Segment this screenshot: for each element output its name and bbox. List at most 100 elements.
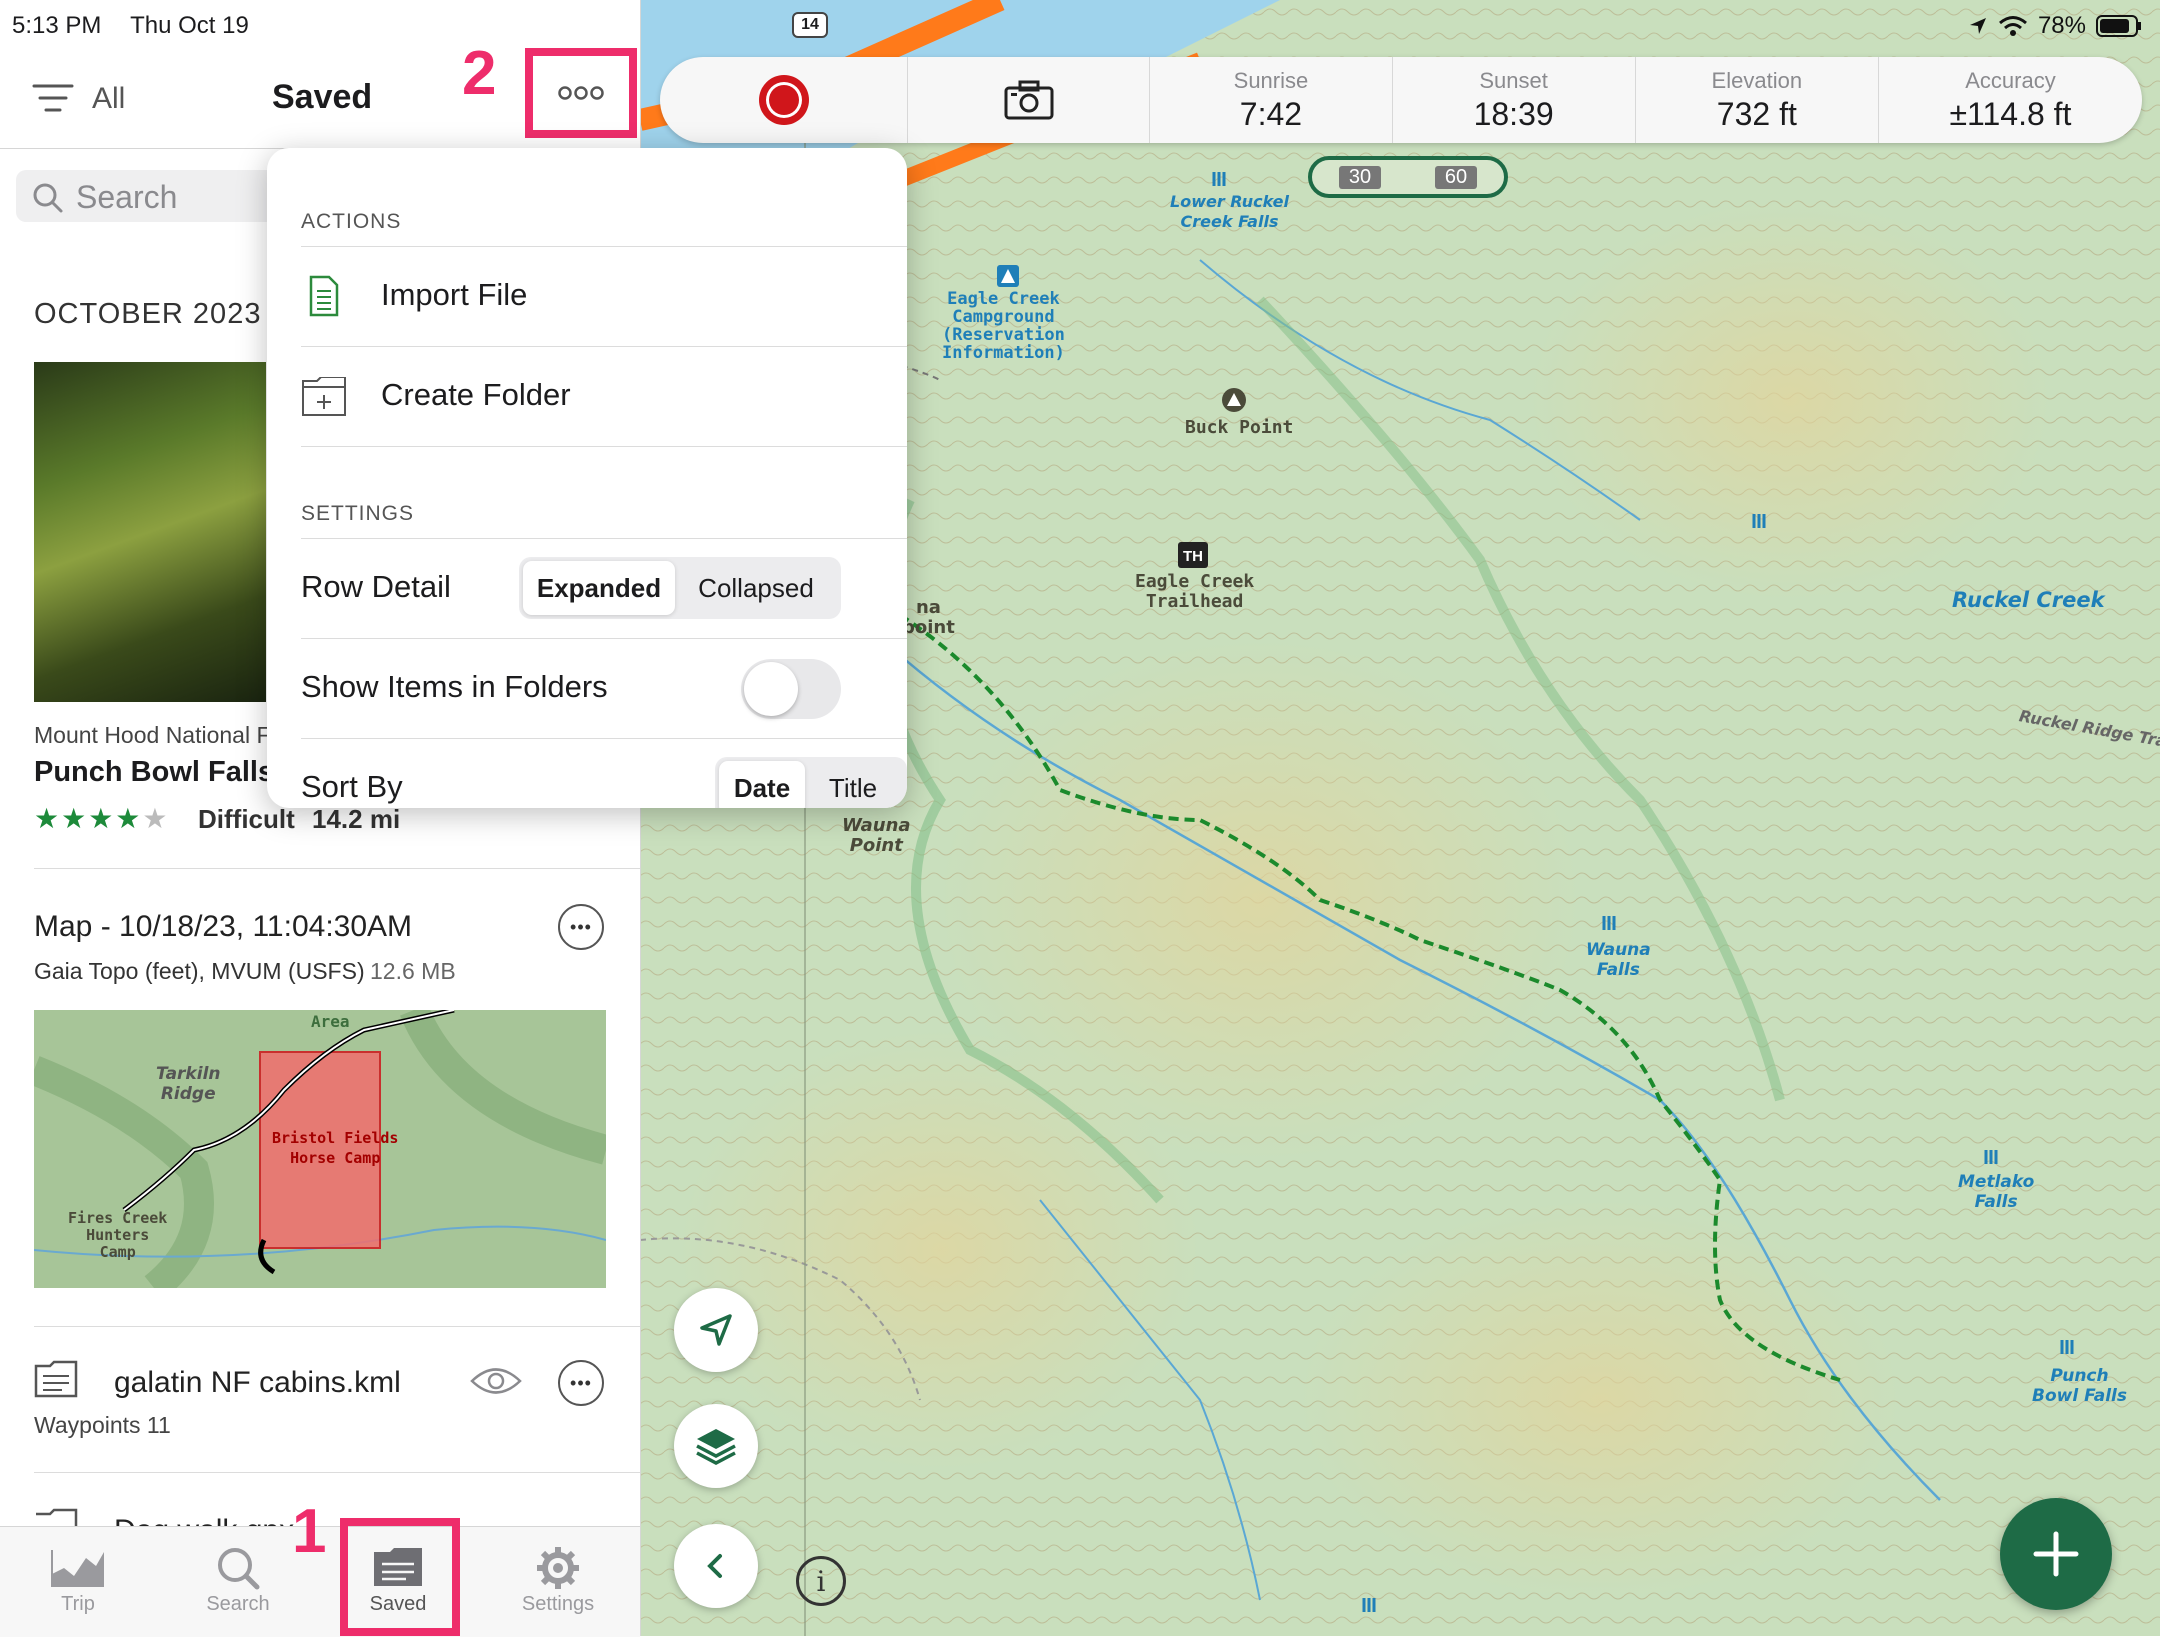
more-dots-icon: [558, 86, 604, 100]
thumb-label-area: Area: [311, 1012, 350, 1031]
divider: [34, 1326, 640, 1327]
row-detail-collapsed-option[interactable]: Collapsed: [675, 561, 837, 615]
location-arrow-icon: [1969, 18, 1986, 34]
map-download-title[interactable]: Map - 10/18/23, 11:04:30AM: [34, 910, 412, 944]
search-placeholder: Search: [76, 179, 178, 215]
map-size-label: 12.6 MB: [370, 958, 456, 984]
camera-button[interactable]: [907, 57, 1149, 143]
item-more-button[interactable]: •••: [558, 904, 604, 950]
show-items-toggle[interactable]: [741, 659, 841, 719]
waterfall-icon[interactable]: [2060, 1338, 2076, 1356]
status-date: Thu Oct 19: [130, 12, 249, 39]
file-title-partial[interactable]: Dog walk.gpx: [114, 1514, 294, 1526]
map-label-wauna-point[interactable]: Wauna Point: [842, 816, 911, 856]
tab-trip[interactable]: Trip: [18, 1543, 138, 1616]
row-detail-segmented-control[interactable]: Expanded Collapsed: [519, 557, 841, 619]
trail-location: Mount Hood National F: [34, 722, 271, 748]
map-thumbnail[interactable]: Tarkiln Ridge Bristol Fields Horse Camp …: [34, 1010, 606, 1288]
more-options-button[interactable]: [525, 48, 637, 138]
filter-icon[interactable]: [32, 82, 74, 116]
map-label-wauna-falls[interactable]: Wauna Falls: [1586, 940, 1651, 980]
create-folder-label: Create Folder: [381, 377, 571, 412]
section-header: OCTOBER 2023: [34, 298, 262, 330]
waterfall-icon[interactable]: [1752, 512, 1768, 530]
map-label-ruckel-creek[interactable]: Ruckel Creek: [1952, 590, 2105, 611]
peak-icon[interactable]: [1220, 386, 1248, 414]
record-icon: [758, 75, 809, 125]
layers-button[interactable]: [674, 1404, 758, 1488]
row-detail-label: Row Detail: [301, 569, 451, 604]
tab-settings-label: Settings: [521, 1593, 595, 1615]
step-1-badge: 1: [292, 1497, 327, 1566]
trip-info-bar: Sunrise 7:42 Sunset 18:39 Elevation 732 …: [660, 57, 2142, 143]
sidebar-navbar: All Saved 2: [0, 39, 640, 149]
svg-text:TH: TH: [1183, 548, 1203, 565]
sunrise-label: Sunrise: [1233, 67, 1309, 93]
campground-icon[interactable]: [996, 264, 1020, 288]
map-label-buck-point[interactable]: Buck Point: [1185, 418, 1293, 438]
map-label-punch-bowl-falls[interactable]: Punch Bowl Falls: [2032, 1366, 2127, 1406]
show-items-label: Show Items in Folders: [301, 669, 608, 704]
scale-bar: 30 60: [1308, 156, 1508, 198]
search-icon: [218, 1548, 260, 1590]
sort-by-segmented-control[interactable]: Date Title: [715, 757, 907, 808]
import-file-label: Import File: [381, 277, 528, 312]
plus-icon: [2033, 1531, 2079, 1577]
filter-all-button[interactable]: All: [92, 82, 125, 116]
locate-button[interactable]: [674, 1288, 758, 1372]
waterfall-icon[interactable]: [1362, 1596, 1378, 1614]
page-title: Saved: [272, 78, 373, 116]
record-track-button[interactable]: [660, 57, 907, 143]
gear-icon: [537, 1547, 579, 1589]
map-label-lower-ruckel[interactable]: Lower Ruckel Creek Falls: [1170, 192, 1289, 232]
show-items-in-folders-row: Show Items in Folders: [301, 638, 907, 739]
map-label-eagle-creek-campground[interactable]: Eagle Creek Campground (Reservation Info…: [942, 290, 1065, 362]
thumb-label-ridge: Tarkiln Ridge: [156, 1064, 221, 1104]
sort-by-date-option[interactable]: Date: [719, 761, 805, 808]
trail-photo[interactable]: [34, 362, 266, 702]
visibility-eye-icon[interactable]: [470, 1364, 522, 1398]
file-icon: [34, 1360, 78, 1398]
item-more-button[interactable]: •••: [558, 1360, 604, 1406]
elevation-label: Elevation: [1711, 67, 1803, 93]
trail-title[interactable]: Punch Bowl Falls: [34, 756, 274, 789]
sunset-value: 18:39: [1473, 95, 1554, 132]
file-title[interactable]: galatin NF cabins.kml: [114, 1366, 401, 1400]
add-button[interactable]: [2000, 1498, 2112, 1610]
row-detail-expanded-option[interactable]: Expanded: [523, 561, 675, 615]
camera-icon: [1004, 80, 1054, 120]
sunset-stat: Sunset 18:39: [1391, 57, 1635, 143]
sort-by-title-option[interactable]: Title: [805, 761, 901, 808]
layers-icon: [696, 1429, 736, 1465]
map-label-metlako-falls[interactable]: Metlako Falls: [1958, 1172, 2034, 1212]
waterfall-icon[interactable]: [1602, 914, 1618, 932]
waterfall-icon[interactable]: [1212, 170, 1228, 188]
battery-icon: [2096, 15, 2141, 37]
waterfall-icon[interactable]: [1984, 1148, 2000, 1166]
chevron-left-icon: [707, 1554, 722, 1578]
tab-settings[interactable]: Settings: [498, 1543, 618, 1616]
divider: [34, 1472, 640, 1473]
search-icon: [33, 183, 63, 213]
file-icon: [36, 1508, 78, 1528]
map-layers-label: Gaia Topo (feet), MVUM (USFS): [34, 958, 365, 984]
info-icon[interactable]: i: [796, 1556, 846, 1606]
divider: [34, 868, 640, 869]
trailhead-icon[interactable]: TH: [1178, 542, 1208, 568]
divider: [301, 446, 907, 447]
sunrise-value: 7:42: [1239, 95, 1303, 132]
collapse-sidebar-button[interactable]: [674, 1524, 758, 1608]
distance-label: 14.2 mi: [312, 804, 401, 834]
rating-stars: ★★★★★: [34, 803, 170, 834]
tab-search[interactable]: Search: [178, 1543, 298, 1616]
map-label-eagle-creek-trailhead[interactable]: Eagle Creek Trailhead: [1135, 572, 1254, 612]
status-time: 5:13 PM Thu Oct 19: [12, 12, 249, 40]
create-folder-row[interactable]: Create Folder: [301, 346, 907, 447]
new-folder-icon: [302, 377, 346, 416]
battery-percent: 78%: [2037, 12, 2086, 39]
import-file-row[interactable]: Import File: [301, 246, 907, 347]
chart-icon: [51, 1550, 104, 1587]
map-label-partial-point: na point: [902, 597, 955, 638]
accuracy-stat: Accuracy ±114.8 ft: [1877, 57, 2142, 143]
elevation-value: 732 ft: [1716, 95, 1797, 132]
